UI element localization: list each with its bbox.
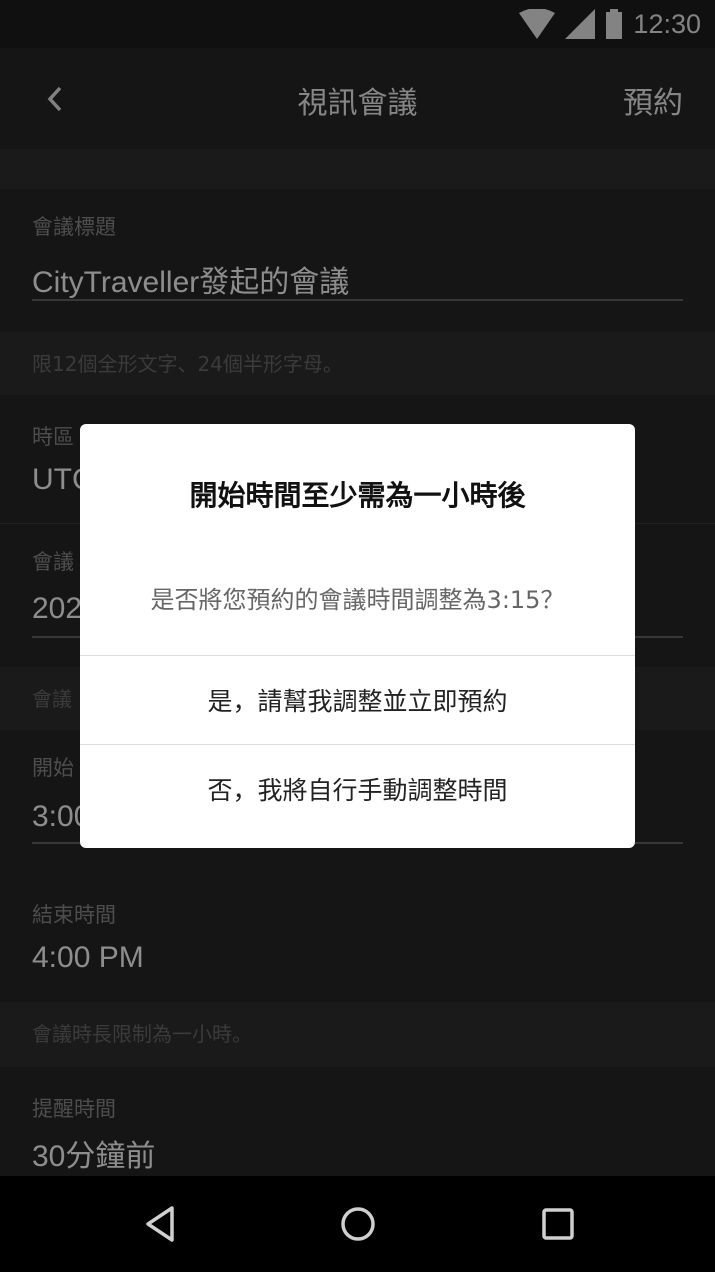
nav-recents-button[interactable] (534, 1200, 582, 1248)
triangle-back-icon (146, 1206, 174, 1242)
system-nav-bar (0, 1176, 715, 1272)
nav-home-button[interactable] (334, 1200, 382, 1248)
alert-dialog: 開始時間至少需為一小時後 是否將您預約的會議時間調整為3:15？ 是，請幫我調整… (80, 424, 635, 848)
circle-home-icon (341, 1207, 375, 1241)
dialog-title: 開始時間至少需為一小時後 (189, 479, 526, 512)
square-recents-icon (542, 1208, 574, 1240)
nav-back-button[interactable] (136, 1200, 184, 1248)
manual-adjust-button[interactable]: 否，我將自行手動調整時間 (80, 744, 635, 833)
dialog-message: 是否將您預約的會議時間調整為3:15？ (150, 586, 565, 614)
confirm-adjust-button[interactable]: 是，請幫我調整並立即預約 (80, 655, 635, 744)
